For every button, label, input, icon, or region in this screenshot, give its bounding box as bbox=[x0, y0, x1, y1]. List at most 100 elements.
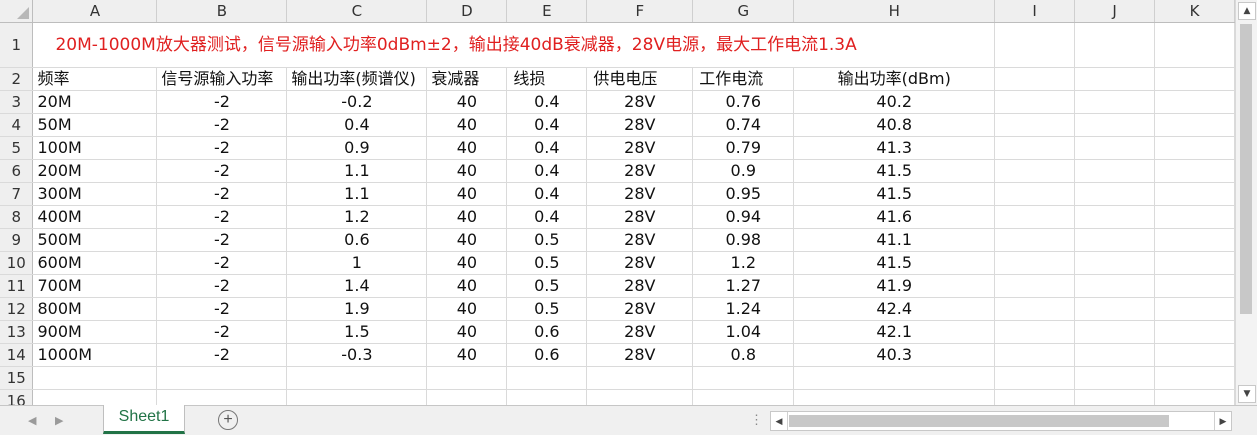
vertical-scroll-thumb[interactable] bbox=[1240, 24, 1252, 314]
scroll-right-arrow-icon[interactable]: ▶ bbox=[1214, 412, 1231, 430]
row-header[interactable]: 14 bbox=[0, 343, 34, 367]
cell[interactable] bbox=[1074, 67, 1155, 91]
cell-line-loss[interactable]: 0.4 bbox=[506, 90, 588, 114]
cell-input-power[interactable]: -2 bbox=[156, 274, 288, 298]
cell[interactable] bbox=[1074, 205, 1155, 229]
cell[interactable] bbox=[994, 320, 1076, 344]
cell-supply-voltage[interactable]: 28V bbox=[586, 182, 694, 206]
cell[interactable] bbox=[1074, 22, 1155, 68]
cell-supply-voltage[interactable]: 28V bbox=[586, 320, 694, 344]
cell-output-dbm[interactable]: 41.5 bbox=[793, 182, 996, 206]
cell[interactable] bbox=[1154, 159, 1235, 183]
cell[interactable] bbox=[506, 389, 588, 405]
cell-attenuator[interactable]: 40 bbox=[426, 113, 508, 137]
cell[interactable] bbox=[1074, 389, 1155, 405]
cell-input-power[interactable]: -2 bbox=[156, 90, 288, 114]
title-cell[interactable]: 20M-1000M放大器测试，信号源输入功率0dBm±2，输出接40dB衰减器，… bbox=[32, 22, 996, 68]
cell[interactable] bbox=[156, 389, 288, 405]
cell-supply-voltage[interactable]: 28V bbox=[586, 274, 694, 298]
cell-attenuator[interactable]: 40 bbox=[426, 205, 508, 229]
cell-line-loss[interactable]: 0.5 bbox=[506, 274, 588, 298]
cell-frequency[interactable]: 100M bbox=[32, 136, 158, 160]
row-header[interactable]: 5 bbox=[0, 136, 34, 160]
cell-input-power[interactable]: -2 bbox=[156, 159, 288, 183]
cell[interactable] bbox=[1154, 113, 1235, 137]
cell-output-dbm[interactable]: 40.8 bbox=[793, 113, 996, 137]
cell-current[interactable]: 0.74 bbox=[692, 113, 795, 137]
cell-attenuator[interactable]: 40 bbox=[426, 90, 508, 114]
cell-current[interactable]: 0.79 bbox=[692, 136, 795, 160]
cell-supply-voltage[interactable]: 28V bbox=[586, 205, 694, 229]
cell[interactable] bbox=[1154, 67, 1235, 91]
cell-current[interactable]: 1.04 bbox=[692, 320, 795, 344]
cell[interactable] bbox=[994, 67, 1076, 91]
scroll-up-arrow-icon[interactable]: ▲ bbox=[1238, 2, 1256, 20]
cell-current[interactable]: 1.24 bbox=[692, 297, 795, 321]
cell-supply-voltage[interactable]: 28V bbox=[586, 159, 694, 183]
cell-output-spectrum[interactable]: 0.6 bbox=[286, 228, 428, 252]
cell-current[interactable]: 0.94 bbox=[692, 205, 795, 229]
header-cell-line-loss[interactable]: 线损 bbox=[506, 67, 588, 91]
cell[interactable] bbox=[1074, 90, 1155, 114]
cell-line-loss[interactable]: 0.5 bbox=[506, 297, 588, 321]
cell-output-spectrum[interactable]: 1.1 bbox=[286, 159, 428, 183]
cell[interactable] bbox=[1154, 366, 1235, 390]
cell-attenuator[interactable]: 40 bbox=[426, 274, 508, 298]
cell-input-power[interactable]: -2 bbox=[156, 320, 288, 344]
row-header[interactable]: 7 bbox=[0, 182, 34, 206]
cell-frequency[interactable]: 800M bbox=[32, 297, 158, 321]
cell[interactable] bbox=[1154, 251, 1235, 275]
row-header[interactable]: 9 bbox=[0, 228, 34, 252]
cell[interactable] bbox=[32, 389, 158, 405]
cell[interactable] bbox=[1154, 389, 1235, 405]
cell[interactable] bbox=[506, 366, 588, 390]
cell[interactable] bbox=[1154, 343, 1235, 367]
row-header[interactable]: 11 bbox=[0, 274, 34, 298]
cell[interactable] bbox=[32, 366, 158, 390]
header-cell-frequency[interactable]: 频率 bbox=[32, 67, 158, 91]
vertical-scrollbar[interactable]: ▲ ▼ bbox=[1235, 0, 1257, 405]
cell[interactable] bbox=[793, 389, 996, 405]
column-header-d[interactable]: D bbox=[426, 0, 508, 23]
cell-attenuator[interactable]: 40 bbox=[426, 251, 508, 275]
cell-current[interactable]: 0.76 bbox=[692, 90, 795, 114]
cell-line-loss[interactable]: 0.5 bbox=[506, 228, 588, 252]
cell-current[interactable]: 1.2 bbox=[692, 251, 795, 275]
column-header-f[interactable]: F bbox=[586, 0, 694, 23]
cell-output-spectrum[interactable]: 1.4 bbox=[286, 274, 428, 298]
cell-input-power[interactable]: -2 bbox=[156, 297, 288, 321]
cell-current[interactable]: 0.98 bbox=[692, 228, 795, 252]
cell-output-spectrum[interactable]: 1.5 bbox=[286, 320, 428, 344]
cell-input-power[interactable]: -2 bbox=[156, 182, 288, 206]
cell[interactable] bbox=[1154, 182, 1235, 206]
cell-frequency[interactable]: 200M bbox=[32, 159, 158, 183]
cell-line-loss[interactable]: 0.4 bbox=[506, 159, 588, 183]
cell-line-loss[interactable]: 0.6 bbox=[506, 343, 588, 367]
cell[interactable] bbox=[994, 274, 1076, 298]
column-header-h[interactable]: H bbox=[793, 0, 996, 23]
column-header-i[interactable]: I bbox=[994, 0, 1076, 23]
tab-splitter-handle-icon[interactable]: ⋮ bbox=[750, 412, 763, 428]
column-header-k[interactable]: K bbox=[1154, 0, 1235, 23]
cell-input-power[interactable]: -2 bbox=[156, 343, 288, 367]
cell-input-power[interactable]: -2 bbox=[156, 113, 288, 137]
cell-output-spectrum[interactable]: 1.9 bbox=[286, 297, 428, 321]
cell[interactable] bbox=[1074, 366, 1155, 390]
cell-output-dbm[interactable]: 40.3 bbox=[793, 343, 996, 367]
row-header[interactable]: 2 bbox=[0, 67, 34, 91]
next-sheet-arrow-icon[interactable]: ▶ bbox=[55, 414, 63, 427]
cell-frequency[interactable]: 50M bbox=[32, 113, 158, 137]
cell[interactable] bbox=[586, 389, 694, 405]
row-header[interactable]: 8 bbox=[0, 205, 34, 229]
cell[interactable] bbox=[1074, 343, 1155, 367]
cell-input-power[interactable]: -2 bbox=[156, 136, 288, 160]
cell-input-power[interactable]: -2 bbox=[156, 251, 288, 275]
cell-line-loss[interactable]: 0.4 bbox=[506, 182, 588, 206]
cell-frequency[interactable]: 500M bbox=[32, 228, 158, 252]
cell-line-loss[interactable]: 0.6 bbox=[506, 320, 588, 344]
row-header[interactable]: 3 bbox=[0, 90, 34, 114]
scroll-down-arrow-icon[interactable]: ▼ bbox=[1238, 385, 1256, 403]
cell-supply-voltage[interactable]: 28V bbox=[586, 297, 694, 321]
row-header[interactable]: 13 bbox=[0, 320, 34, 344]
cell[interactable] bbox=[426, 389, 508, 405]
